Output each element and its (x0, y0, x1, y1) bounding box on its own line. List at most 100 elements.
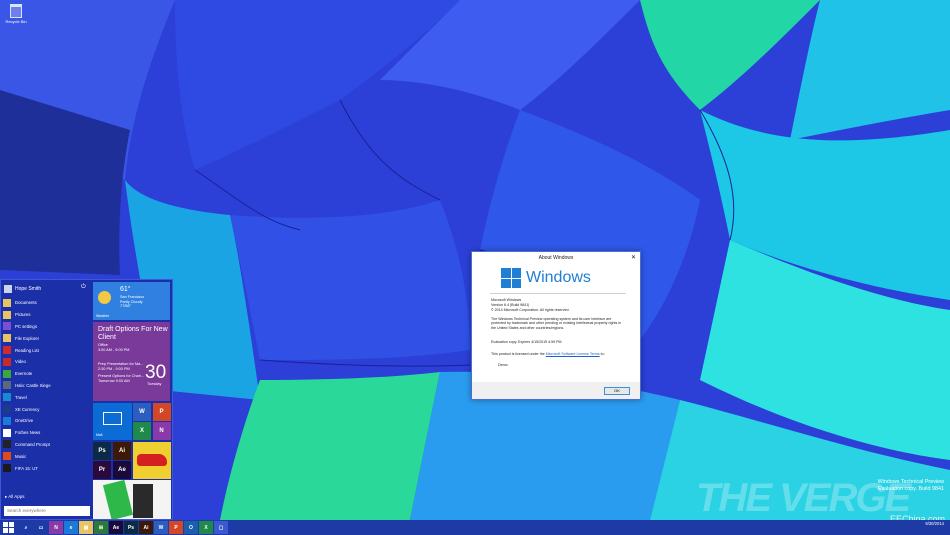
taskbar-pinned-apps: ⌕ ▭ Ne ▤ ⊞ Ae Ps Ai W P O X ▢ (18, 521, 228, 534)
word-icon[interactable]: W (154, 521, 168, 534)
recycle-bin-icon (10, 4, 22, 18)
app-list-item-label: Pictures (15, 312, 31, 318)
outlook-icon[interactable]: O (184, 521, 198, 534)
ie-icon[interactable]: e (64, 521, 78, 534)
close-icon[interactable]: ✕ (631, 254, 636, 261)
search-icon[interactable]: ⌕ (19, 521, 33, 534)
ok-button[interactable]: OK (604, 387, 630, 395)
car-icon (137, 454, 167, 466)
weather-range: 77/58° (120, 304, 132, 309)
app-list-item[interactable]: Reading List (3, 344, 91, 356)
onenote-icon[interactable]: N (152, 422, 171, 440)
onenote-icon[interactable]: N (49, 521, 63, 534)
office-tile-group: WPXN (133, 403, 171, 440)
app-list-item[interactable]: Halo: Castle Siege (3, 380, 91, 392)
product-version: Version 6.4 (Build 9841) (491, 303, 530, 307)
task-view-icon[interactable]: ▭ (34, 521, 48, 534)
recycle-bin[interactable]: Recycle Bin (4, 4, 28, 24)
weather-tile[interactable]: 61° San Francisco Partly Cloudy 77/58° W… (93, 282, 170, 320)
app-list-item-label: Documents (15, 300, 37, 306)
app-list-item[interactable]: Music (3, 450, 91, 462)
windows-flag-icon (501, 268, 521, 288)
phone-icon (133, 484, 153, 518)
video-icon (3, 357, 11, 366)
calendar-event-3-time: Tomorrow 9:00 AM (98, 379, 130, 383)
pictures-icon (3, 310, 11, 319)
adobe-tile-group: Ps Ai Pr Ae (93, 442, 132, 479)
app-list-item[interactable]: Video (3, 356, 91, 368)
app-list-item[interactable]: Travel (3, 391, 91, 403)
app-list-item[interactable]: Command Prompt (3, 439, 91, 451)
evernote-icon (3, 369, 11, 378)
phone-icon (102, 480, 134, 519)
reading-list-icon (3, 346, 11, 355)
dialog-title: About Windows (538, 255, 574, 261)
calendar-tile[interactable]: Draft Options For New Client Office 3:00… (93, 322, 170, 401)
store-icon[interactable]: ⊞ (94, 521, 108, 534)
weather-city: San Francisco (120, 295, 145, 299)
power-icon[interactable]: ⏻ (81, 284, 86, 291)
windows-wordmark: Windows (526, 269, 591, 286)
photoshop-icon[interactable]: Ps (93, 442, 111, 460)
all-apps-button[interactable]: ▸ All Apps (5, 494, 25, 500)
sun-icon (98, 291, 111, 304)
calendar-event-2: Prep Presentation for Ma... (98, 362, 144, 366)
aftereffects-icon[interactable]: Ae (113, 461, 131, 479)
user-account[interactable]: Hope Smith (4, 283, 90, 295)
app-list-item[interactable]: Documents (3, 297, 91, 309)
calendar-event-location: Office (98, 343, 108, 347)
gear-icon (3, 322, 11, 331)
app-list-item[interactable]: PC settings (3, 321, 91, 333)
divider (490, 293, 626, 294)
illustrator-icon[interactable]: Ai (139, 521, 153, 534)
currency-icon (3, 405, 11, 414)
calendar-event-2-time: 2:30 PM - 9:00 PM (98, 367, 130, 371)
app-list-item-label: Halo: Castle Siege (15, 382, 51, 388)
user-name: Hope Smith (15, 286, 42, 292)
word-icon[interactable]: W (133, 403, 151, 421)
powerpoint-icon[interactable]: P (152, 403, 171, 421)
excel-icon[interactable]: X (133, 422, 151, 440)
license-text: This product is licensed under the Micro… (491, 352, 626, 356)
app-list-item-label: File Explorer (15, 335, 40, 341)
aftereffects-icon[interactable]: Ae (109, 521, 123, 534)
dialog-titlebar[interactable]: About Windows ✕ (472, 252, 640, 264)
mail-tile[interactable]: Mail (93, 403, 132, 440)
folder-icon (3, 298, 11, 307)
taskbar-clock[interactable]: 9/30/2014 (925, 521, 944, 526)
all-apps-label: All Apps (8, 494, 25, 499)
app-list-item-label: XE Currency (15, 406, 40, 412)
premiere-icon[interactable]: Pr (93, 461, 111, 479)
app-list-item[interactable]: Pictures (3, 309, 91, 321)
app-list-item-label: OneDrive (15, 418, 34, 424)
powerpoint-icon[interactable]: P (169, 521, 183, 534)
illustrator-icon[interactable]: Ai (113, 442, 131, 460)
app-list-item[interactable]: OneDrive (3, 415, 91, 427)
legal-text: The Windows Technical Preview operating … (491, 317, 622, 330)
license-link[interactable]: Microsoft Software License Terms (546, 352, 600, 356)
calendar-weekday: Tuesday (147, 382, 162, 386)
phone-tile[interactable] (93, 480, 171, 519)
photoshop-icon[interactable]: Ps (124, 521, 138, 534)
app-list-item-label: Video (15, 359, 26, 365)
news-icon (3, 428, 11, 437)
search-input[interactable]: Search everywhere (4, 506, 90, 516)
recycle-bin-label: Recycle Bin (5, 19, 27, 24)
app-list-item[interactable]: Forbes News (3, 427, 91, 439)
app-list-item[interactable]: FIFA 15: UT (3, 462, 91, 474)
app-list-item-label: Evernote (15, 371, 33, 377)
mail-icon (103, 412, 122, 425)
onedrive-icon (3, 416, 11, 425)
window-icon[interactable]: ▢ (214, 521, 228, 534)
game-icon (3, 381, 11, 390)
weather-label: Weather (96, 314, 110, 318)
app-list-item[interactable]: XE Currency (3, 403, 91, 415)
product-name: Microsoft Windows (491, 298, 522, 302)
start-button[interactable] (3, 522, 14, 533)
car-game-tile[interactable] (133, 442, 171, 479)
app-list-item[interactable]: File Explorer (3, 332, 91, 344)
excel-icon[interactable]: X (199, 521, 213, 534)
weather-details: San Francisco Partly Cloudy 77/58° (120, 295, 144, 309)
file-explorer-icon[interactable]: ▤ (79, 521, 93, 534)
app-list-item[interactable]: Evernote (3, 368, 91, 380)
